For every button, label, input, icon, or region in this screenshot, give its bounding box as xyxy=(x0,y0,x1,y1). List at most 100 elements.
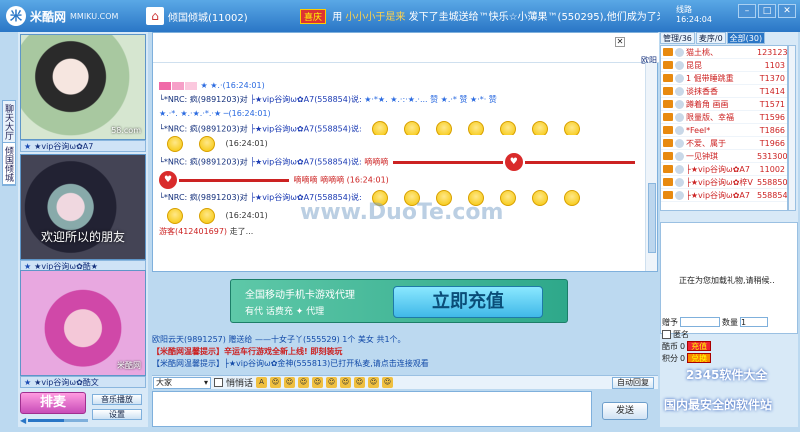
music-play-button[interactable]: 音乐播放 xyxy=(92,394,142,405)
video-1[interactable]: 58.com xyxy=(20,34,146,140)
decor-block xyxy=(185,81,197,90)
avatar xyxy=(675,112,684,122)
user-row[interactable]: 1 倔带睡跳重 T1370 xyxy=(661,72,787,85)
video-3-bar[interactable]: ★ ★vip谷询ω✿酷文 xyxy=(20,376,146,388)
message-text: 嘀嘀嘀 xyxy=(364,157,389,167)
emoji-icon[interactable]: ☺ xyxy=(270,377,282,388)
tab-admins[interactable]: 管理/36 xyxy=(660,32,695,44)
user-row[interactable]: ├★vip谷询ω✿A7 558854 xyxy=(661,189,787,202)
emoji-icon[interactable]: ☺ xyxy=(368,377,380,388)
auto-reply-button[interactable]: 自动回复 xyxy=(612,376,654,389)
message-text: 走了... xyxy=(229,227,254,236)
clock: 线路 16:24:04 xyxy=(676,5,712,25)
crown-icon xyxy=(663,178,673,186)
scroll-thumb[interactable] xyxy=(648,183,656,253)
user-name: ├★vip谷询ω✿梓Ⅴ xyxy=(686,177,753,187)
volume-control[interactable]: ◀ xyxy=(20,416,88,425)
side-tab-hall[interactable]: 聊天大厅 xyxy=(3,101,15,143)
close-icon[interactable]: ✕ xyxy=(778,4,796,18)
queue-mic-button[interactable]: 排麦 xyxy=(20,392,86,414)
video-2[interactable]: 欢迎所以的朋友 xyxy=(20,154,146,260)
emoji-icon[interactable]: ☺ xyxy=(340,377,352,388)
message-line: ♥ 嘀嘀嘀 嘀嘀嘀 (16:24:01) xyxy=(159,171,645,189)
system-notices: 欧阳云天(9891257) 赠送给 ——十女子丫(555529) 1个 美女 共… xyxy=(152,334,658,370)
message-sender[interactable]: └*NRC: 疯(9891203)对 xyxy=(159,158,248,167)
coins-value: 0 xyxy=(680,341,686,351)
message-sender[interactable]: └*NRC: 疯(9891203)对 xyxy=(159,193,248,202)
credit-label: 积分 xyxy=(662,353,678,363)
user-row[interactable]: 猫土桃、 123123 xyxy=(661,46,787,59)
notice-tip[interactable]: 【米酷网温馨提示】辛运车行游戏全新上线! 即刻装玩 xyxy=(152,346,658,358)
emoji-icon[interactable]: ☺ xyxy=(382,377,394,388)
video-3[interactable]: 米酷网 xyxy=(20,270,146,376)
settings-button[interactable]: 设置 xyxy=(92,409,142,420)
emoji-icon[interactable]: ☺ xyxy=(298,377,310,388)
send-button[interactable]: 发送 xyxy=(602,402,648,420)
user-id: T1571 xyxy=(759,99,785,109)
gift-row: 匿名 xyxy=(660,328,798,340)
user-id: 1103 xyxy=(764,60,785,70)
user-list-scrollbar[interactable] xyxy=(788,45,796,211)
ribbon-decor xyxy=(179,178,289,182)
close-icon[interactable]: ✕ xyxy=(615,37,625,47)
emoji-icon[interactable]: ☺ xyxy=(354,377,366,388)
avatar xyxy=(675,164,684,174)
crown-icon xyxy=(663,87,673,95)
banner-line-2: 有代 话费充 ✦ 代理 xyxy=(245,307,325,317)
recharge-banner[interactable]: 全国移动手机卡游戏代理 有代 话费充 ✦ 代理 立即充值 xyxy=(230,279,568,323)
user-row[interactable]: ├★vip谷询ω✿A7 11002 xyxy=(661,163,787,176)
user-row[interactable]: 一见钟琪 531300 xyxy=(661,150,787,163)
side-tab-room[interactable]: 倾国倾城 xyxy=(3,143,15,185)
title-bar: 米 米酷网 MMIKU.COM ⌂ 倾国倾城(11002) 喜庆 用 小小小于是… xyxy=(0,0,800,32)
user-row[interactable]: *Feel* T1866 xyxy=(661,124,787,137)
home-icon[interactable]: ⌂ xyxy=(146,7,164,25)
emoji-icon[interactable]: ☺ xyxy=(312,377,324,388)
avatar xyxy=(675,73,684,83)
message-line: └*NRC: 疯(9891203)对 ├★vip谷询ω✿A7(558854)说:… xyxy=(159,93,645,107)
video-watermark: 米酷网 xyxy=(117,361,141,370)
user-row[interactable]: ├★vip谷询ω✿梓Ⅴ 558850 xyxy=(661,176,787,189)
message-recipient[interactable]: ├★vip谷询ω✿A7(558854)说: xyxy=(250,125,361,134)
user-row[interactable]: 谈抹香香 T1414 xyxy=(661,85,787,98)
tab-all[interactable]: 全部(30) xyxy=(726,32,766,44)
video-1-bar[interactable]: ★ ★vip谷询ω✿A7 xyxy=(20,140,146,152)
message-sender[interactable]: └*NRC: 疯(9891203)对 xyxy=(159,125,248,134)
font-icon[interactable]: A xyxy=(256,377,268,388)
gift-row: 赠予 数量 1 xyxy=(660,316,798,328)
user-row[interactable]: 不爱、属于 T1966 xyxy=(661,137,787,150)
user-row[interactable]: 限量版、幸福 T1596 xyxy=(661,111,787,124)
user-row[interactable]: 蹲着角 画画 T1571 xyxy=(661,98,787,111)
message-sender[interactable]: 游客(412401697) xyxy=(159,227,227,236)
user-row[interactable]: 昆昆 1103 xyxy=(661,59,787,72)
exchange-button[interactable]: 兑换 xyxy=(687,353,712,363)
emoji-icon[interactable]: ☺ xyxy=(326,377,338,388)
marquee-highlight: 小小小于是来 xyxy=(345,12,406,23)
gift-qty-input[interactable]: 1 xyxy=(740,317,768,327)
message-sender[interactable]: └*NRC: 疯(9891203)对 xyxy=(159,95,248,104)
minimize-icon[interactable]: – xyxy=(738,4,756,18)
user-tabs: 管理/36 麦序/0 全部(30) xyxy=(660,32,798,44)
notice-private-mic[interactable]: 【米酷网温馨提示】├★vip谷询ω✿金神(555813)已打开私麦,请点击连接观… xyxy=(152,358,658,370)
private-checkbox[interactable] xyxy=(214,378,223,387)
credit-value: 0 xyxy=(680,353,686,363)
tab-queue[interactable]: 麦序/0 xyxy=(695,32,726,44)
gift-panel: 赠予 数量 1 匿名 酷币 0 充值 积分 0 兑换 xyxy=(660,316,798,364)
gift-to-select[interactable] xyxy=(680,317,720,327)
smiley-icon xyxy=(468,121,485,135)
message-input[interactable] xyxy=(152,391,592,427)
chat-scrollbar[interactable] xyxy=(645,63,657,271)
smiley-icon xyxy=(404,121,421,135)
target-select[interactable]: 大家 xyxy=(153,376,211,389)
recharge-button[interactable]: 充值 xyxy=(687,341,712,351)
chat-top-area: ✕ 欧阳 xyxy=(153,33,659,65)
recharge-now-button[interactable]: 立即充值 xyxy=(393,286,543,318)
message-recipient[interactable]: ├★vip谷询ω✿A7(558854)说: xyxy=(250,158,361,167)
maximize-icon[interactable]: □ xyxy=(758,4,776,18)
anon-checkbox[interactable] xyxy=(662,329,671,339)
emoji-icon[interactable]: ☺ xyxy=(284,377,296,388)
message-recipient[interactable]: ├★vip谷询ω✿A7(558854)说: xyxy=(250,95,361,104)
smiley-icon xyxy=(436,121,453,135)
watermark-corner-1: 2345软件大全 xyxy=(686,368,768,382)
volume-track[interactable] xyxy=(28,418,88,422)
user-id: 558850 xyxy=(757,177,788,187)
